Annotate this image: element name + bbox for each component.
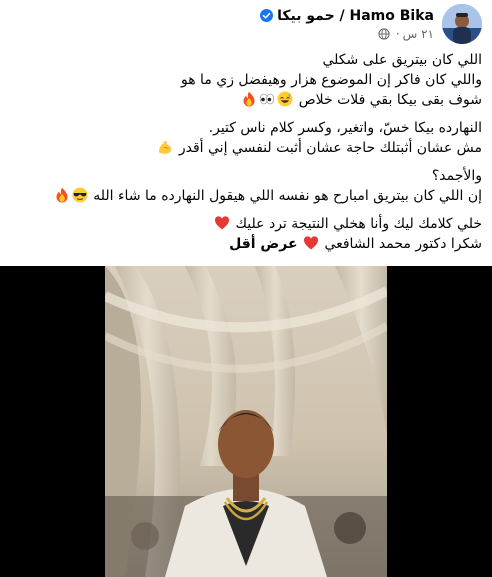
line-text: شوف بقى بيكا بقي فلات خلاص — [298, 92, 482, 108]
author-name[interactable]: حمو بيكا / Hamo Bika — [277, 7, 434, 25]
line-text: خلي كلامك ليك وأنا هخلي النتيجة ترد عليك — [235, 216, 483, 232]
post-line: إن اللي كان بيتريق امبارح هو نفسه اللي ه… — [8, 186, 482, 206]
post-paragraph-1: اللي كان بيتريق على شكلي واللي كان فاكر … — [8, 50, 482, 110]
post-line: واللي كان فاكر إن الموضوع هزار وهيفضل زي… — [8, 70, 482, 90]
line-text: والأجمد؟ — [431, 168, 482, 184]
post-line: خلي كلامك ليك وأنا هخلي النتيجة ترد عليك — [8, 214, 482, 234]
post-paragraph-2: النهارده بيكا خسّ، واتغير، وكسر كلام ناس… — [8, 118, 482, 158]
globe-icon[interactable] — [378, 27, 390, 40]
video-frame[interactable] — [105, 266, 387, 577]
eyes-emoji — [259, 91, 275, 107]
line-text: واللي كان فاكر إن الموضوع هزار وهيفضل زي… — [180, 72, 482, 88]
fire-emoji — [54, 187, 70, 203]
red-heart-emoji — [303, 235, 319, 251]
grinning-sweat-emoji — [277, 91, 293, 107]
verified-badge-icon — [260, 9, 274, 22]
author-row: حمو بيكا / Hamo Bika — [256, 7, 434, 25]
post-text: اللي كان بيتريق على شكلي واللي كان فاكر … — [8, 50, 482, 262]
fire-emoji — [241, 91, 257, 107]
post-line: النهارده بيكا خسّ، واتغير، وكسر كلام ناس… — [8, 118, 482, 138]
author-avatar[interactable] — [442, 4, 482, 44]
post-paragraph-4: خلي كلامك ليك وأنا هخلي النتيجة ترد عليك… — [8, 214, 482, 254]
post-header-text: حمو بيكا / Hamo Bika · ٢١ س — [256, 7, 434, 42]
post-meta: · ٢١ س — [378, 26, 434, 42]
red-heart-emoji — [214, 215, 230, 231]
line-text: اللي كان بيتريق على شكلي — [322, 52, 482, 68]
line-text: شكرا دكتور محمد الشافعي — [324, 236, 482, 252]
facebook-post: حمو بيكا / Hamo Bika · ٢١ س اللي كان بيت… — [0, 0, 492, 577]
post-line: شوف بقى بيكا بقي فلات خلاص — [8, 90, 482, 110]
line-text: النهارده بيكا خسّ، واتغير، وكسر كلام ناس… — [208, 120, 482, 136]
line-text: مش عشان أثبتلك حاجة عشان أثبت لنفسي إني … — [178, 140, 482, 156]
post-line: شكرا دكتور محمد الشافعي عرض أقل — [8, 234, 482, 254]
line-text: إن اللي كان بيتريق امبارح هو نفسه اللي ه… — [93, 188, 482, 204]
see-less-link[interactable]: عرض أقل — [229, 236, 297, 252]
post-line: اللي كان بيتريق على شكلي — [8, 50, 482, 70]
post-header: حمو بيكا / Hamo Bika · ٢١ س — [256, 4, 482, 44]
post-paragraph-3: والأجمد؟ إن اللي كان بيتريق امبارح هو نف… — [8, 166, 482, 206]
sunglasses-emoji — [72, 187, 88, 203]
post-time[interactable]: ٢١ س — [403, 26, 434, 42]
meta-separator: · — [395, 26, 400, 41]
post-line: مش عشان أثبتلك حاجة عشان أثبت لنفسي إني … — [8, 138, 482, 158]
video-still-image — [105, 266, 387, 577]
post-media[interactable] — [0, 266, 492, 577]
post-line: والأجمد؟ — [8, 166, 482, 186]
flexed-biceps-emoji — [157, 139, 173, 155]
